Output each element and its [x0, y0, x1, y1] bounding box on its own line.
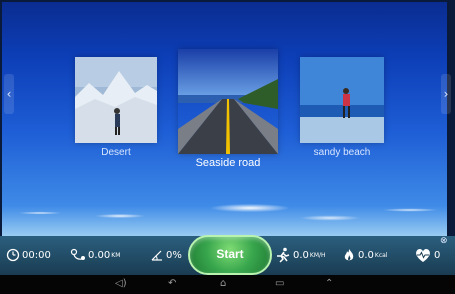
scene-label-sandy-beach: sandy beach	[313, 147, 371, 158]
seaside-road-image	[178, 49, 278, 154]
calories-unit: Kcal	[374, 251, 388, 259]
scene-sandy-beach[interactable]	[300, 57, 384, 143]
sandy-beach-image	[300, 57, 384, 143]
incline-stat: 0%	[150, 245, 182, 265]
runner-icon	[277, 247, 290, 263]
desert-image	[75, 57, 157, 143]
treadmill-screen: ‹ › Desert Seaside road sandy beach 00:0…	[0, 0, 455, 294]
distance-stat: 0.00 KM	[70, 245, 120, 265]
navigation-bar	[0, 275, 455, 294]
clock-icon	[6, 248, 20, 262]
distance-icon	[70, 248, 85, 260]
back-icon[interactable]: ↶	[168, 278, 176, 289]
collapse-icon[interactable]: ⊗	[440, 236, 448, 246]
heart-icon	[416, 249, 430, 262]
calories-stat: 0.0 Kcal	[342, 245, 387, 265]
volume-icon[interactable]: ◁)	[115, 278, 127, 289]
distance-unit: KM	[111, 251, 121, 259]
distance-value: 0.00	[88, 249, 111, 261]
scene-label-desert: Desert	[101, 147, 131, 158]
time-value: 00:00	[22, 249, 51, 261]
up-icon[interactable]: ⌃	[325, 278, 333, 289]
start-button[interactable]: Start	[188, 235, 272, 275]
heart-rate-stat: 0	[414, 245, 440, 265]
incline-value: 0%	[166, 249, 182, 261]
heart-rate-value: 0	[434, 249, 441, 261]
recent-apps-icon[interactable]: ▭	[275, 278, 284, 289]
time-stat: 00:00	[6, 245, 51, 265]
speed-stat: 0.0 KM/H	[275, 245, 326, 265]
right-arrow-icon[interactable]: ›	[441, 74, 451, 114]
left-arrow-icon[interactable]: ‹	[4, 74, 14, 114]
speed-unit: KM/H	[309, 251, 326, 259]
speed-value: 0.0	[293, 249, 309, 261]
incline-icon	[151, 250, 162, 261]
scene-desert[interactable]	[75, 57, 157, 143]
calories-value: 0.0	[358, 249, 374, 261]
scene-seaside-road[interactable]	[178, 49, 278, 154]
home-icon[interactable]: ⌂	[220, 278, 226, 289]
scene-label-seaside-road: Seaside road	[195, 157, 261, 169]
flame-icon	[344, 249, 354, 261]
